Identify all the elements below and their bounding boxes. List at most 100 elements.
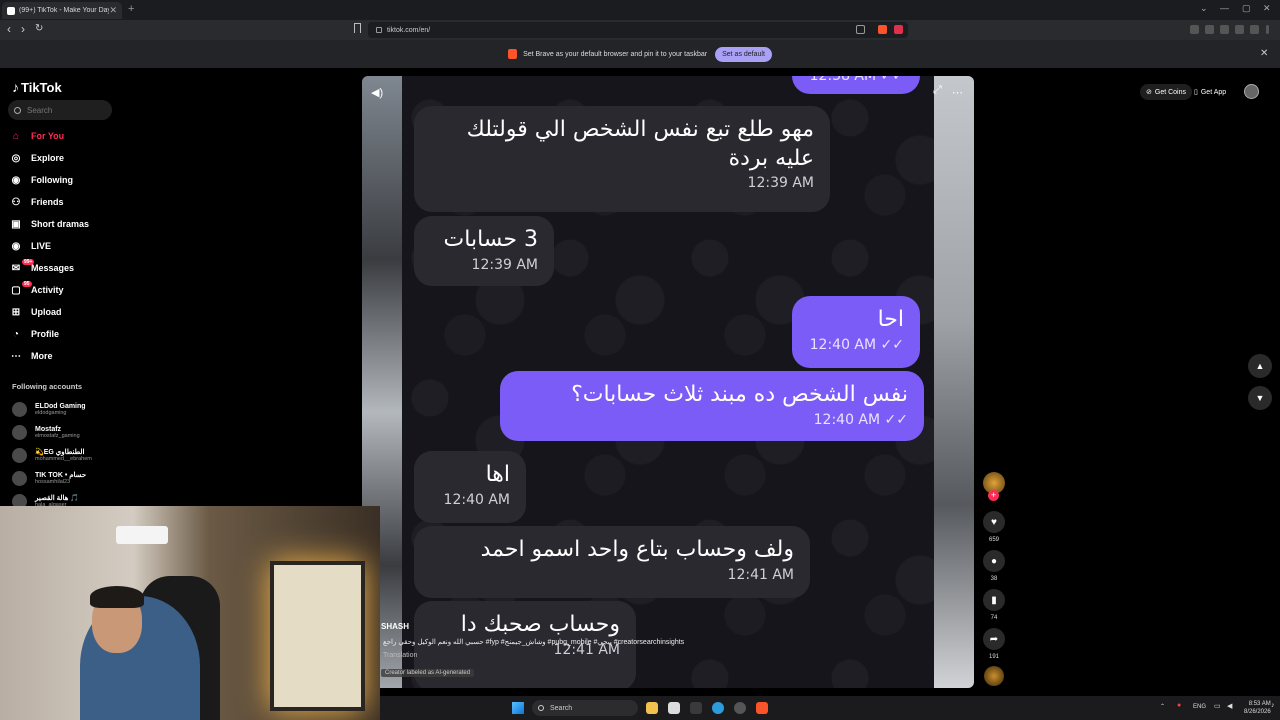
default-browser-infobar: Set Brave as your default browser and pi… bbox=[0, 40, 1280, 68]
following-account[interactable]: 💫EG الطنطاوي mohammed__ebrahem bbox=[12, 444, 132, 466]
wall-art bbox=[270, 561, 365, 711]
edge-icon[interactable] bbox=[712, 702, 724, 714]
tray-chevron-icon[interactable]: ⌃ bbox=[1160, 703, 1165, 710]
new-tab-icon[interactable]: + bbox=[128, 3, 134, 15]
compass-icon: ◎ bbox=[11, 152, 21, 164]
webcam-overlay bbox=[0, 506, 380, 720]
nav-item-short-dramas[interactable]: ▣ Short dramas bbox=[10, 214, 120, 234]
back-icon[interactable]: ‹ bbox=[7, 22, 11, 36]
chat-message-text: وحساب صحبك دا bbox=[460, 612, 620, 637]
get-coins-button[interactable]: ⊘ Get Coins bbox=[1140, 84, 1192, 100]
file-explorer-icon[interactable] bbox=[646, 702, 658, 714]
volume-icon[interactable]: ◀) bbox=[371, 86, 383, 99]
nav-item-messages[interactable]: ✉ 99+ Messages bbox=[10, 258, 120, 278]
brave-shields-icon[interactable] bbox=[878, 25, 887, 34]
following-account[interactable]: TIK TOK • حسام hossamhilal23 bbox=[12, 467, 132, 489]
nav-item-friends[interactable]: ⚇ Friends bbox=[10, 192, 120, 212]
media-icon[interactable] bbox=[1190, 25, 1199, 34]
browser-tab[interactable]: (99+) TikTok - Make Your Day ✕ bbox=[2, 2, 122, 19]
get-app-button[interactable]: ▯ Get App bbox=[1190, 84, 1230, 100]
nav-item-for-you[interactable]: ⌂ For You bbox=[10, 126, 120, 146]
window-close-icon[interactable]: ✕ bbox=[1263, 3, 1271, 14]
wallet-icon[interactable] bbox=[1220, 25, 1229, 34]
video-blur-right bbox=[934, 76, 974, 688]
account-name: TIK TOK • حسام bbox=[35, 472, 87, 479]
reload-icon[interactable]: ↻ bbox=[35, 23, 43, 34]
set-default-button[interactable]: Set as default bbox=[715, 46, 772, 62]
drama-icon: ▣ bbox=[11, 218, 21, 230]
chat-bubble-sent: 12:38 AM ✓✓ bbox=[792, 76, 920, 94]
chat-message-time: 12:40 AM ✓✓ bbox=[809, 336, 904, 353]
network-icon[interactable]: ▭ bbox=[1214, 702, 1221, 710]
cast-icon[interactable] bbox=[856, 25, 865, 34]
account-handle: elmostafz_gaming bbox=[35, 432, 80, 439]
nav-item-upload[interactable]: ⊞ Upload bbox=[10, 302, 120, 322]
notification-badge: 99+ bbox=[22, 259, 35, 265]
nav-item-live[interactable]: ◉ LIVE bbox=[10, 236, 120, 256]
taskbar-search[interactable]: Search bbox=[532, 700, 638, 716]
account-handle: hossamhilal23 bbox=[35, 479, 71, 485]
video-author[interactable]: SHASH bbox=[381, 622, 409, 631]
more-icon: ⋯ bbox=[11, 350, 21, 362]
nav-label: Upload bbox=[31, 307, 62, 317]
profile-icon: ◔ bbox=[12, 328, 20, 340]
brave-rewards-icon[interactable] bbox=[894, 25, 903, 34]
speaker-icon[interactable]: ◀ bbox=[1227, 702, 1232, 710]
terminal-icon[interactable] bbox=[690, 702, 702, 714]
nav-item-explore[interactable]: ◎ Explore bbox=[10, 148, 120, 168]
chat-message-time: 12:40 AM bbox=[443, 491, 510, 508]
maximize-icon[interactable]: ▢ bbox=[1242, 3, 1251, 14]
following-account[interactable]: Mostafz elmostafz_gaming bbox=[12, 421, 132, 443]
settings-gear-icon[interactable] bbox=[734, 702, 746, 714]
share-button[interactable]: ➦ bbox=[983, 628, 1005, 650]
comment-button[interactable]: ● bbox=[983, 550, 1005, 572]
following-account[interactable]: ELDod Gaming eldodgaming bbox=[12, 398, 132, 420]
tiktok-logo[interactable]: ♪ TikTok bbox=[12, 79, 62, 95]
microphone-icon[interactable]: ● bbox=[1177, 702, 1181, 709]
bookmark-save-icon: ▮ bbox=[991, 594, 997, 606]
next-video-button[interactable]: ▼ bbox=[1248, 386, 1272, 410]
air-conditioner bbox=[116, 526, 168, 544]
nav-item-more[interactable]: ⋯ More bbox=[10, 346, 120, 366]
chat-message-text: ولف وحساب بتاع واحد اسمو احمد bbox=[480, 537, 794, 562]
user-avatar[interactable] bbox=[1244, 84, 1259, 99]
following-icon: ◉ bbox=[11, 174, 21, 186]
clock-time: 8:53 AM bbox=[1248, 701, 1271, 707]
close-tab-icon[interactable]: ✕ bbox=[109, 5, 117, 16]
browser-tab-bar bbox=[0, 0, 1280, 20]
infobar-close-icon[interactable]: ✕ bbox=[1260, 48, 1268, 59]
fullscreen-icon[interactable]: ⤢ bbox=[933, 84, 942, 97]
nav-item-following[interactable]: ◉ Following bbox=[10, 170, 120, 190]
clock-date: 8/26/2026 bbox=[1244, 709, 1271, 715]
nav-item-profile[interactable]: ◔ Profile bbox=[10, 324, 120, 344]
brave-taskbar-icon[interactable] bbox=[756, 702, 768, 714]
site-info-icon[interactable] bbox=[376, 27, 382, 33]
language-indicator[interactable]: ENG bbox=[1193, 704, 1206, 710]
previous-video-button[interactable]: ▲ bbox=[1248, 354, 1272, 378]
windows-start-icon[interactable] bbox=[512, 702, 524, 714]
forward-icon[interactable]: › bbox=[21, 22, 25, 36]
save-button[interactable]: ▮ bbox=[983, 589, 1005, 611]
music-disc-icon[interactable] bbox=[984, 666, 1004, 686]
see-translation-link[interactable]: Translation bbox=[383, 652, 417, 659]
search-icon bbox=[14, 106, 21, 114]
extensions-icon[interactable] bbox=[1235, 25, 1244, 34]
menu-icon[interactable] bbox=[1266, 25, 1269, 34]
more-options-icon[interactable]: ⋯ bbox=[952, 86, 963, 99]
account-name: ELDod Gaming bbox=[35, 402, 86, 410]
nav-item-activity[interactable]: ▢ 95 Activity bbox=[10, 280, 120, 300]
system-clock[interactable]: 8:53 AM 8/26/2026 bbox=[1244, 700, 1271, 716]
account-handle: eldodgaming bbox=[35, 409, 67, 416]
tab-search-icon[interactable]: ⌄ bbox=[1200, 3, 1208, 14]
bookmark-icon[interactable] bbox=[354, 23, 361, 33]
vpn-icon[interactable] bbox=[1250, 25, 1259, 34]
address-bar[interactable]: tiktok.com/en/ bbox=[368, 22, 908, 38]
like-button[interactable]: ♥ bbox=[983, 511, 1005, 533]
search-input[interactable]: Search bbox=[8, 100, 112, 120]
chat-message-time: 12:39 AM bbox=[747, 175, 814, 192]
notepad-icon[interactable] bbox=[668, 702, 680, 714]
follow-plus-icon[interactable]: + bbox=[988, 490, 999, 501]
sidebar-icon[interactable] bbox=[1205, 25, 1214, 34]
notification-bell-icon[interactable]: ♪ bbox=[1271, 702, 1275, 709]
minimize-icon[interactable]: — bbox=[1220, 3, 1229, 13]
